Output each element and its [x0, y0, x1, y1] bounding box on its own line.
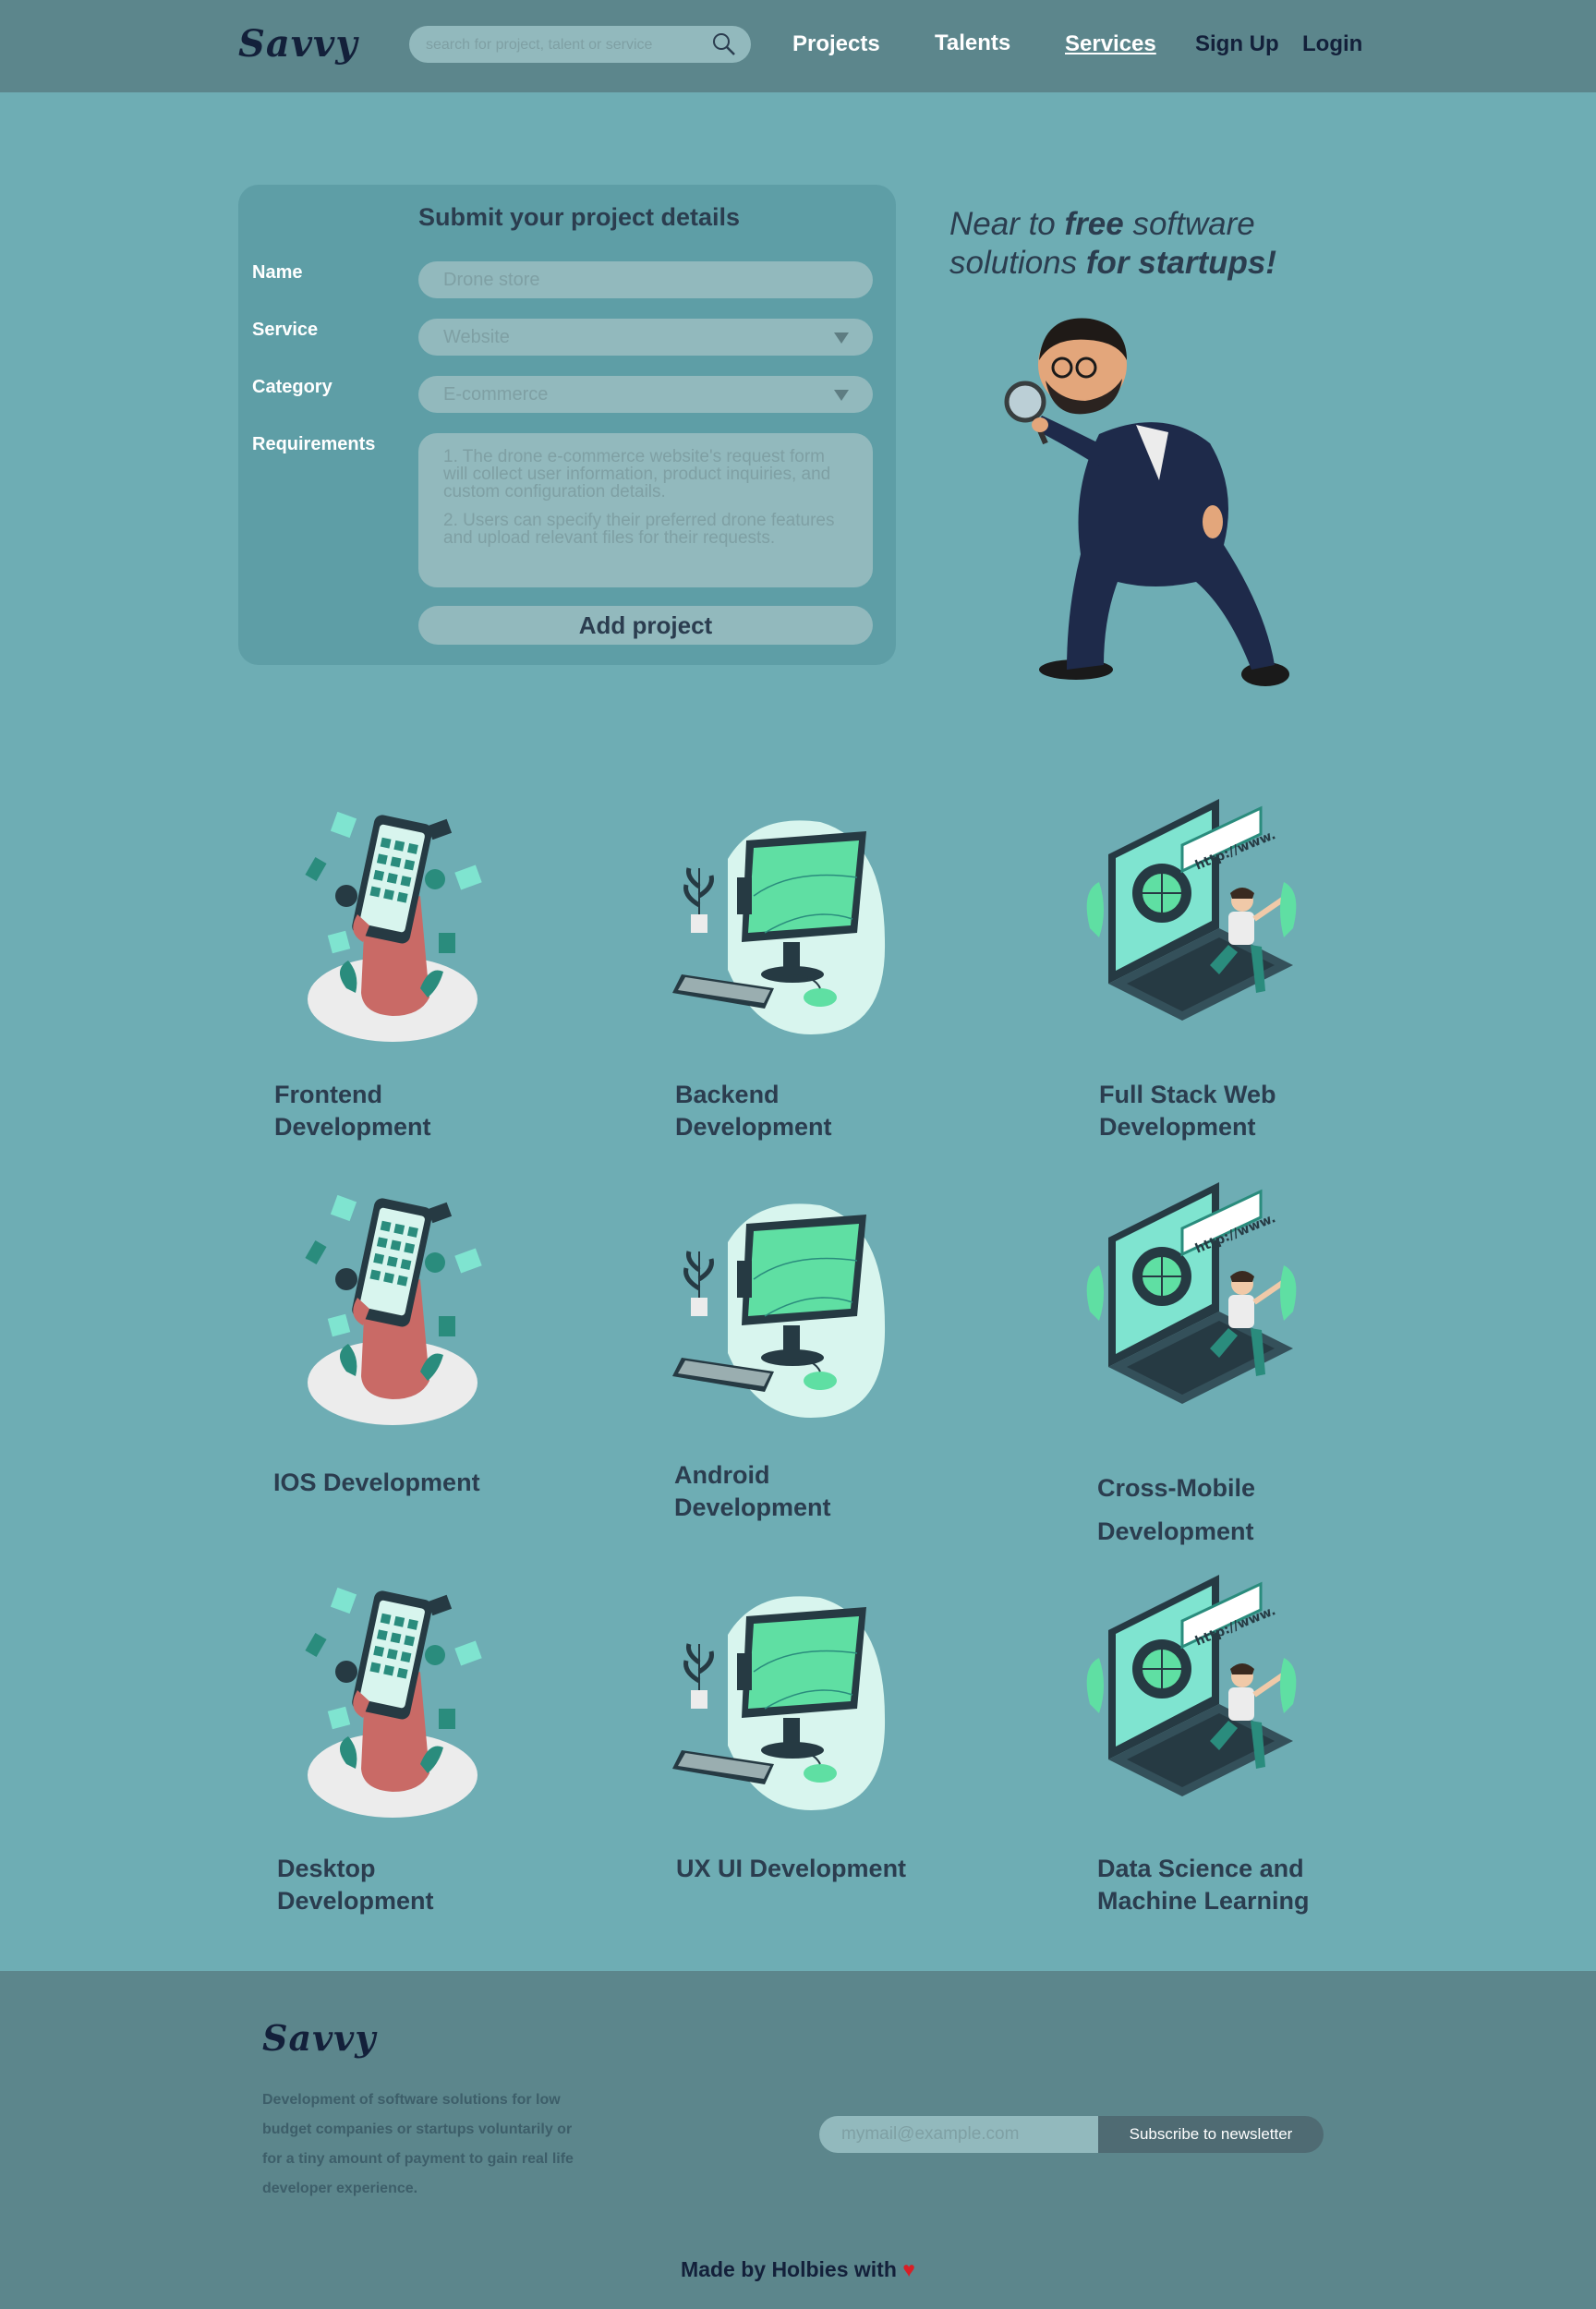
- requirements-field[interactable]: 1. The drone e-commerce website's reques…: [418, 433, 873, 587]
- subscribe-button[interactable]: Subscribe to newsletter: [1098, 2116, 1324, 2153]
- site-header: Savvy Projects Talents Services Sign Up …: [0, 0, 1596, 92]
- service-card-label[interactable]: Desktop Development: [277, 1853, 480, 1917]
- monitor-illustration: [672, 804, 894, 1044]
- phone-hand-illustration: [272, 1579, 513, 1819]
- site-footer: Savvy Development of software solutions …: [0, 1971, 1596, 2309]
- nav-talents[interactable]: Talents: [935, 30, 1010, 56]
- phone-hand-illustration: [272, 1187, 513, 1427]
- name-field[interactable]: Drone store: [418, 261, 873, 298]
- service-select-value: Website: [443, 327, 510, 347]
- nav-services[interactable]: Services: [1065, 31, 1156, 57]
- chevron-down-icon: [834, 390, 849, 401]
- search-icon[interactable]: [712, 32, 736, 61]
- logo[interactable]: Savvy: [238, 22, 358, 66]
- service-card-label[interactable]: UX UI Development: [676, 1853, 953, 1885]
- search-input[interactable]: [424, 26, 705, 65]
- tagline-emphasis: for startups!: [1085, 245, 1276, 281]
- made-by-credit: Made by Holbies with ♥: [0, 2257, 1596, 2282]
- laptop-web-illustration: [1071, 790, 1312, 1030]
- heart-icon: ♥: [902, 2257, 915, 2281]
- requirement-line: 2. Users can specify their preferred dro…: [443, 511, 835, 548]
- detective-character-illustration: [998, 305, 1302, 707]
- category-select[interactable]: E-commerce: [418, 376, 873, 413]
- footer-logo[interactable]: Savvy: [262, 2017, 376, 2059]
- phone-hand-illustration: [272, 804, 513, 1044]
- service-card-label[interactable]: Backend Development: [675, 1079, 897, 1143]
- hero-tagline: Near to free software solutions for star…: [949, 205, 1356, 283]
- service-card-label[interactable]: Full Stack Web Development: [1099, 1079, 1339, 1143]
- monitor-illustration: [672, 1579, 894, 1819]
- monitor-illustration: [672, 1187, 894, 1427]
- service-card-label[interactable]: Android Development: [674, 1459, 896, 1524]
- tagline-emphasis: free: [1064, 206, 1124, 242]
- laptop-web-illustration: [1071, 1173, 1312, 1413]
- made-by-text: Made by Holbies with: [681, 2257, 897, 2281]
- add-project-button[interactable]: Add project: [418, 606, 873, 645]
- service-select[interactable]: Website: [418, 319, 873, 356]
- newsletter-form: Subscribe to newsletter: [819, 2116, 1324, 2153]
- service-card-label[interactable]: IOS Development: [273, 1467, 532, 1499]
- laptop-web-illustration: [1071, 1566, 1312, 1806]
- service-card-label[interactable]: Cross-Mobile Development: [1097, 1467, 1282, 1553]
- nav-login[interactable]: Login: [1302, 31, 1362, 57]
- newsletter-email-input[interactable]: [819, 2116, 1098, 2153]
- service-card-label[interactable]: Data Science and Machine Learning: [1097, 1853, 1347, 1917]
- requirements-label: Requirements: [252, 434, 376, 454]
- name-label: Name: [252, 262, 303, 283]
- form-title: Submit your project details: [418, 203, 741, 231]
- nav-projects[interactable]: Projects: [792, 31, 880, 57]
- project-form: Submit your project details Name Drone s…: [238, 185, 896, 665]
- tagline-part: Near to: [949, 206, 1065, 242]
- nav-signup[interactable]: Sign Up: [1195, 31, 1279, 57]
- category-select-value: E-commerce: [443, 384, 549, 405]
- service-label: Service: [252, 320, 319, 340]
- category-label: Category: [252, 377, 332, 397]
- requirement-line: 1. The drone e-commerce website's reques…: [443, 447, 831, 502]
- footer-description: Development of software solutions for lo…: [262, 2092, 574, 2196]
- chevron-down-icon: [834, 332, 849, 344]
- search-bar: [409, 26, 751, 65]
- service-card-label[interactable]: Frontend Development: [274, 1079, 496, 1143]
